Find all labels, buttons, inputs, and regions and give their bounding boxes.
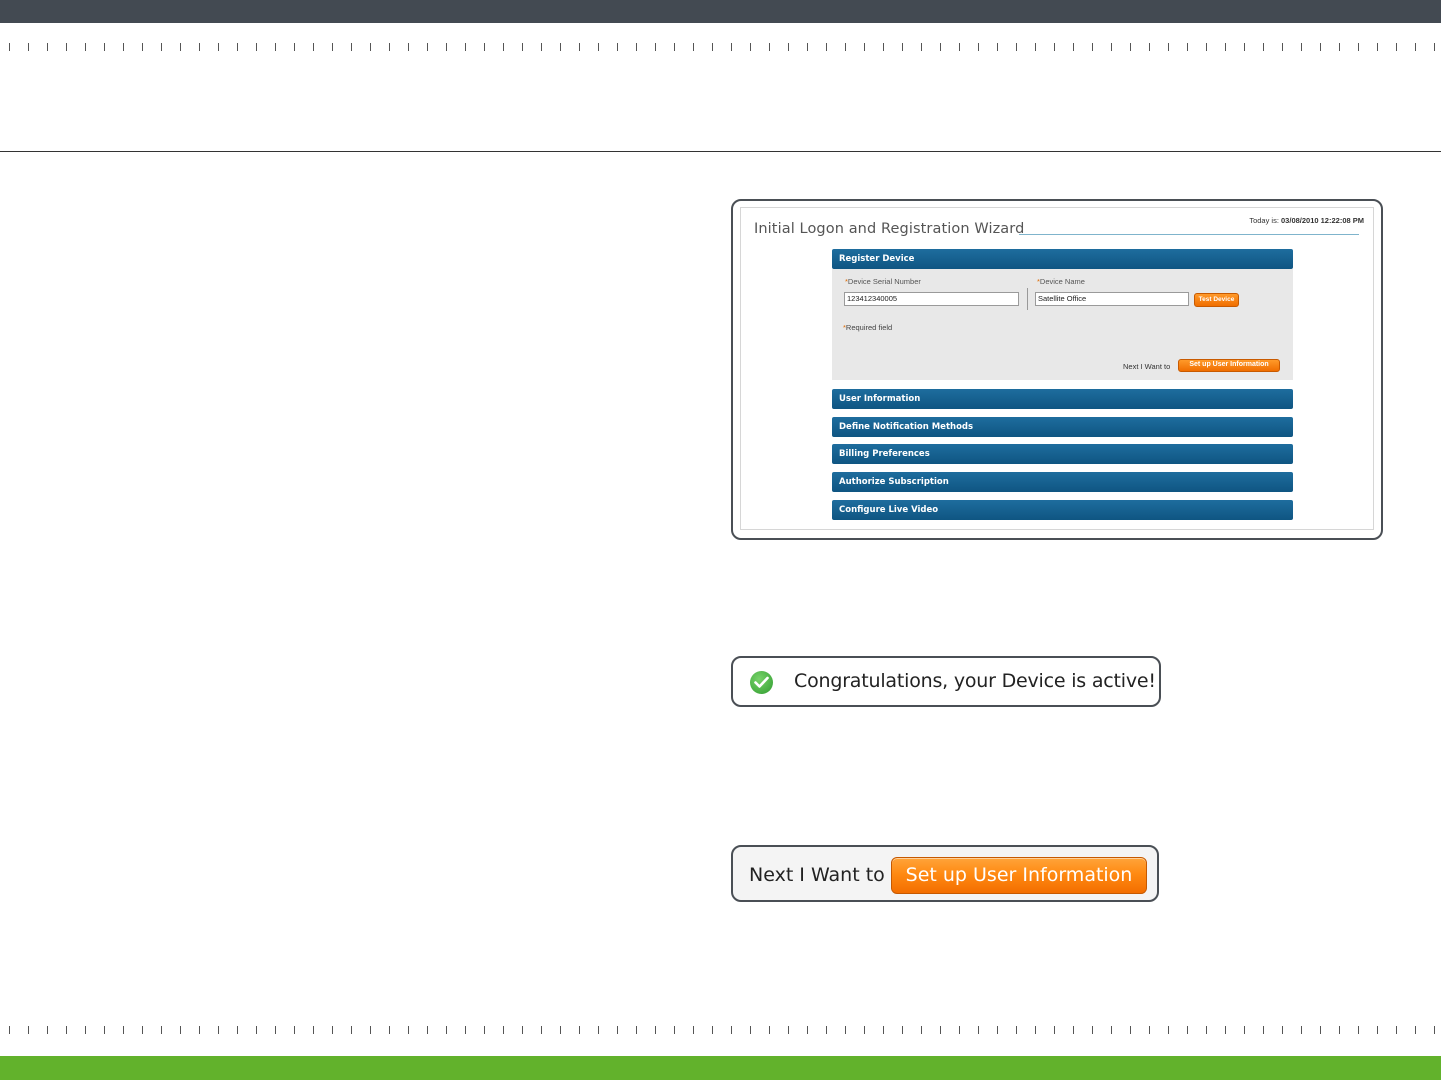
top-banner-bar — [0, 0, 1441, 23]
header-divider — [0, 151, 1441, 152]
serial-number-label: *Device Serial Number — [845, 277, 921, 286]
next-want-label: Next I Want to — [749, 864, 885, 886]
device-name-label-text: Device Name — [1039, 277, 1085, 286]
next-want-label-small: Next I Want to — [1123, 362, 1171, 371]
wizard-title: Initial Logon and Registration Wizard — [754, 221, 1025, 237]
wizard-window: Today is: 03/08/2010 12:22:08 PM Initial… — [740, 207, 1374, 530]
field-divider — [1027, 288, 1028, 310]
next-want-callout: Next I Want to Set up User Information — [731, 845, 1159, 902]
section-define-notification-methods[interactable]: Define Notification Methods — [832, 417, 1293, 437]
device-name-label: *Device Name — [1037, 277, 1085, 286]
section-billing-preferences[interactable]: Billing Preferences — [832, 444, 1293, 464]
congratulations-message: Congratulations, your Device is active! — [794, 670, 1156, 692]
serial-number-label-text: Device Serial Number — [847, 277, 921, 286]
top-tick-border — [0, 43, 1441, 51]
wizard-screenshot-frame: Today is: 03/08/2010 12:22:08 PM Initial… — [731, 199, 1383, 540]
register-device-panel: *Device Serial Number 123412340005 *Devi… — [832, 269, 1293, 380]
today-label: Today is: — [1249, 216, 1279, 225]
section-register-device[interactable]: Register Device — [832, 249, 1293, 269]
section-configure-live-video[interactable]: Configure Live Video — [832, 500, 1293, 520]
checkmark-circle-icon — [750, 671, 773, 694]
setup-user-info-button[interactable]: Set up User Information — [891, 857, 1147, 894]
bottom-tick-border — [0, 1026, 1441, 1034]
required-field-note: *Required field — [843, 323, 892, 332]
test-device-button[interactable]: Test Device — [1194, 293, 1239, 307]
congratulations-callout: Congratulations, your Device is active! — [731, 656, 1161, 707]
bottom-banner-bar — [0, 1056, 1441, 1080]
wizard-title-underline — [1019, 234, 1359, 235]
serial-number-input[interactable]: 123412340005 — [844, 292, 1019, 306]
today-timestamp: Today is: 03/08/2010 12:22:08 PM — [1249, 216, 1364, 225]
device-name-input[interactable]: Satellite Office — [1035, 292, 1189, 306]
section-authorize-subscription[interactable]: Authorize Subscription — [832, 472, 1293, 492]
required-note-text: Required field — [845, 323, 893, 332]
setup-user-info-button-small[interactable]: Set up User Information — [1178, 359, 1280, 372]
today-value: 03/08/2010 12:22:08 PM — [1281, 216, 1364, 225]
section-user-information[interactable]: User Information — [832, 389, 1293, 409]
checkmark-icon — [754, 676, 769, 688]
